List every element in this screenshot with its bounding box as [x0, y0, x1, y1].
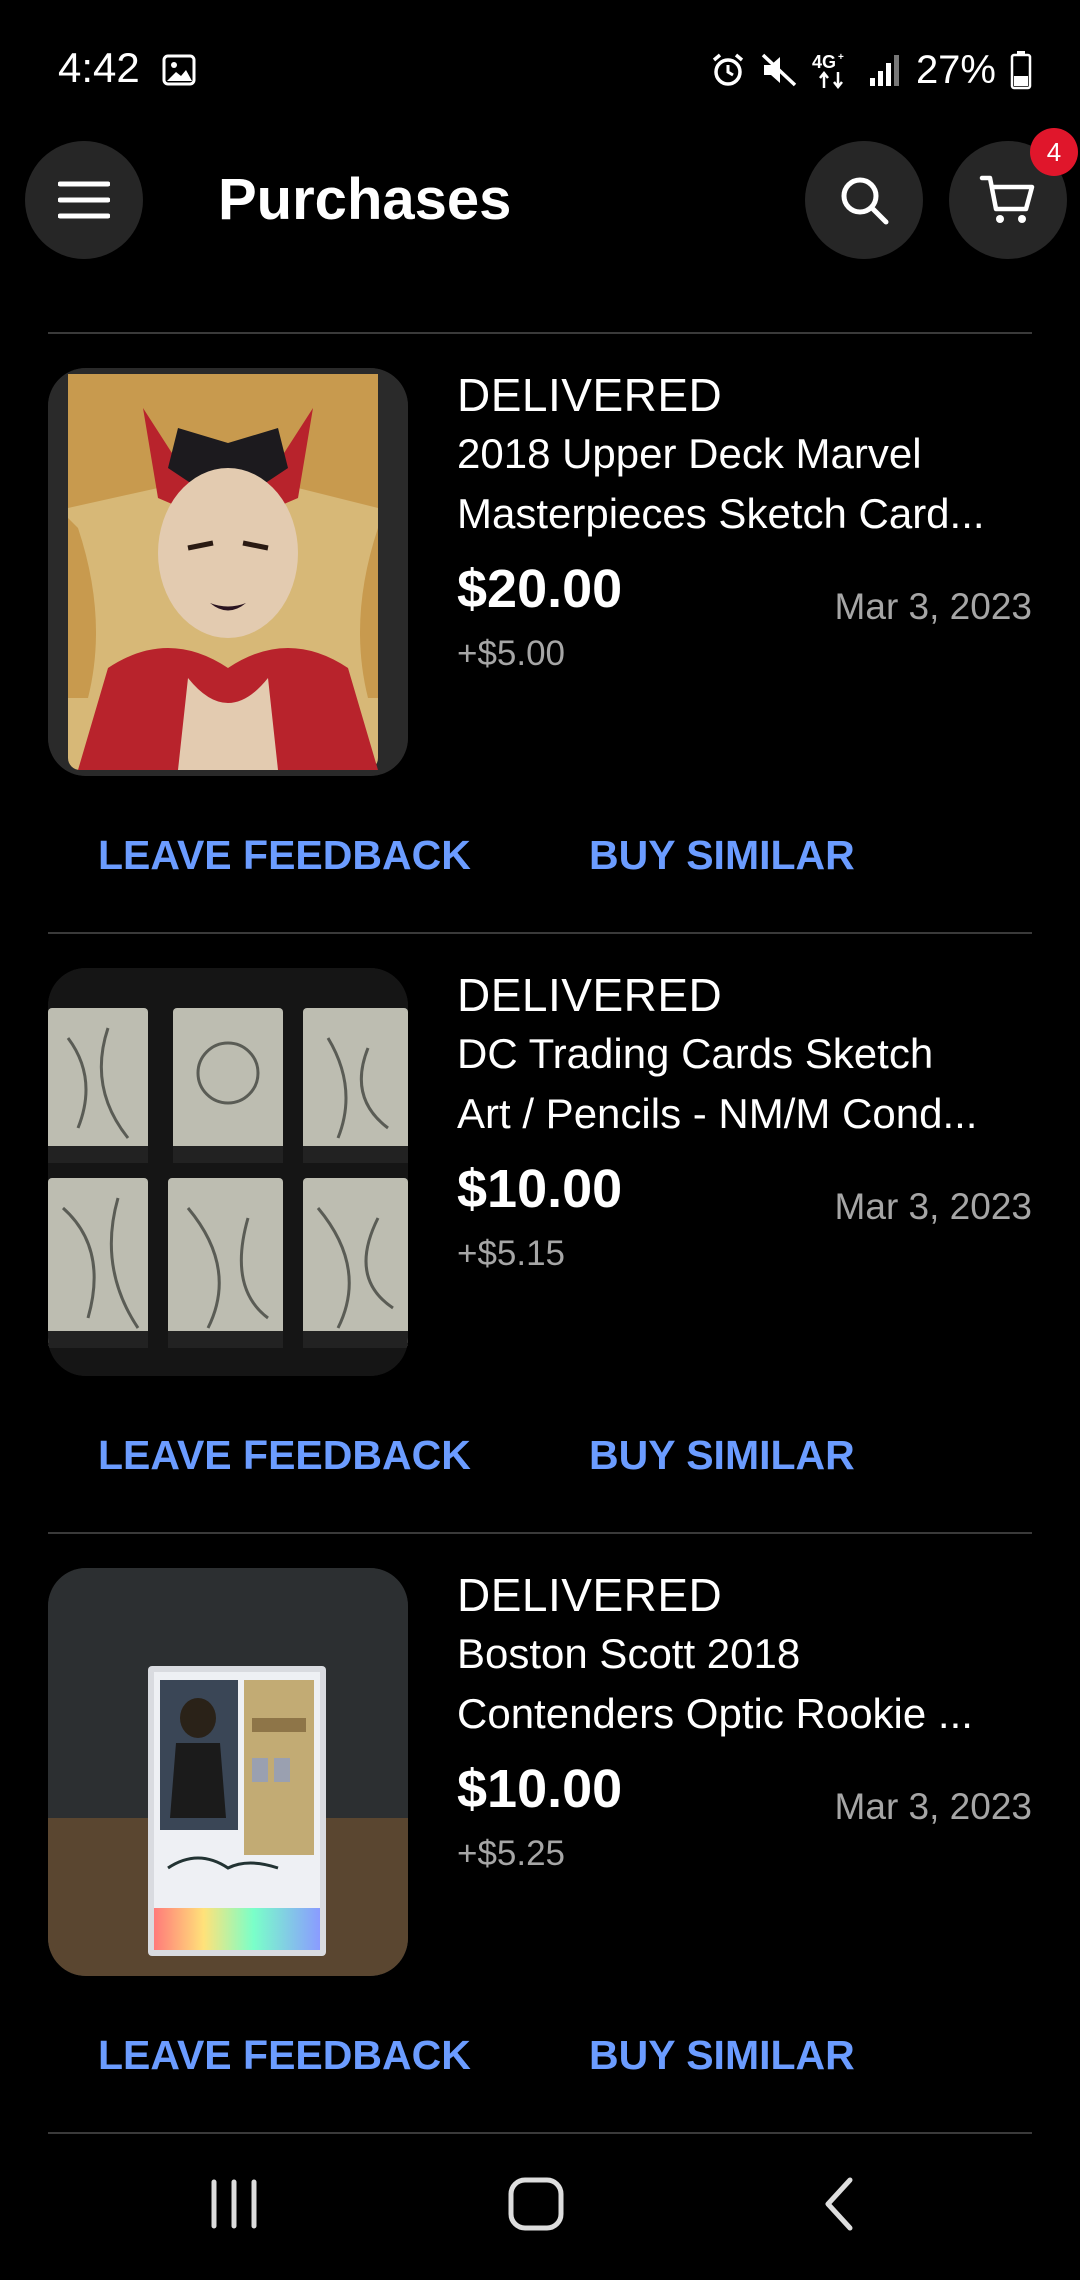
cart-count-badge: 4: [1030, 128, 1078, 176]
menu-button[interactable]: [25, 141, 143, 259]
svg-text:+: +: [838, 52, 844, 63]
purchase-date: Mar 3, 2023: [834, 1186, 1032, 1227]
alarm-icon: [712, 53, 744, 86]
purchase-item[interactable]: DELIVERED Boston Scott 2018 Contenders O…: [0, 1536, 1080, 2134]
item-thumbnail[interactable]: [48, 968, 408, 1376]
back-icon[interactable]: [818, 2174, 862, 2234]
item-thumbnail[interactable]: [48, 368, 408, 776]
leave-feedback-button[interactable]: LEAVE FEEDBACK: [98, 2032, 471, 2079]
order-status: DELIVERED: [457, 1569, 723, 1621]
item-title-line-2[interactable]: Contenders Optic Rookie ...: [457, 1690, 1037, 1738]
item-thumbnail[interactable]: [48, 1568, 408, 1976]
recent-apps-icon[interactable]: [206, 2174, 262, 2234]
cart-icon: [979, 175, 1035, 223]
app-header: Purchases: [0, 140, 1080, 260]
item-price: $20.00: [457, 559, 623, 619]
search-icon: [841, 177, 889, 225]
divider: [48, 2132, 1032, 2134]
mute-icon: [761, 53, 797, 87]
4g-data-icon: 4G +: [812, 52, 844, 90]
order-status: DELIVERED: [457, 369, 723, 421]
battery-icon: [1010, 51, 1032, 90]
order-status: DELIVERED: [457, 969, 723, 1021]
divider: [48, 1532, 1032, 1534]
football-card-image: [48, 1568, 408, 1976]
status-icons: 4G + 27%: [710, 44, 1032, 96]
system-nav-bar: [0, 2150, 1080, 2280]
leave-feedback-button[interactable]: LEAVE FEEDBACK: [98, 1432, 471, 1479]
shipping-cost: +$5.25: [457, 1834, 566, 1873]
home-icon[interactable]: [506, 2174, 566, 2234]
item-title-line-1[interactable]: DC Trading Cards Sketch: [457, 1030, 1037, 1078]
buy-similar-button[interactable]: BUY SIMILAR: [589, 1432, 855, 1479]
status-bar: 4:42 4G + 27%: [0, 0, 1080, 130]
buy-similar-button[interactable]: BUY SIMILAR: [589, 832, 855, 879]
shipping-cost: +$5.15: [457, 1234, 566, 1273]
menu-icon: [58, 181, 110, 219]
item-title-line-2[interactable]: Masterpieces Sketch Card...: [457, 490, 1037, 538]
divider: [48, 932, 1032, 934]
sketch-card-image: [48, 368, 408, 776]
page-title: Purchases: [218, 167, 512, 232]
item-title-line-2[interactable]: Art / Pencils - NM/M Cond...: [457, 1090, 1037, 1138]
image-icon: [162, 54, 196, 86]
status-time: 4:42: [58, 44, 140, 91]
svg-text:4G: 4G: [812, 52, 836, 72]
divider: [48, 332, 1032, 334]
leave-feedback-button[interactable]: LEAVE FEEDBACK: [98, 832, 471, 879]
search-button[interactable]: [805, 141, 923, 259]
purchase-date: Mar 3, 2023: [834, 1786, 1032, 1827]
purchase-item[interactable]: DELIVERED DC Trading Cards Sketch Art / …: [0, 936, 1080, 1534]
signal-icon: [869, 55, 899, 86]
shipping-cost: +$5.00: [457, 634, 566, 673]
item-price: $10.00: [457, 1159, 623, 1219]
purchase-item[interactable]: DELIVERED 2018 Upper Deck Marvel Masterp…: [0, 336, 1080, 934]
purchase-date: Mar 3, 2023: [834, 586, 1032, 627]
sketch-cards-image: [48, 968, 408, 1376]
battery-percent: 27%: [915, 47, 996, 92]
buy-similar-button[interactable]: BUY SIMILAR: [589, 2032, 855, 2079]
item-price: $10.00: [457, 1759, 623, 1819]
item-title-line-1[interactable]: 2018 Upper Deck Marvel: [457, 430, 1037, 478]
item-title-line-1[interactable]: Boston Scott 2018: [457, 1630, 1037, 1678]
